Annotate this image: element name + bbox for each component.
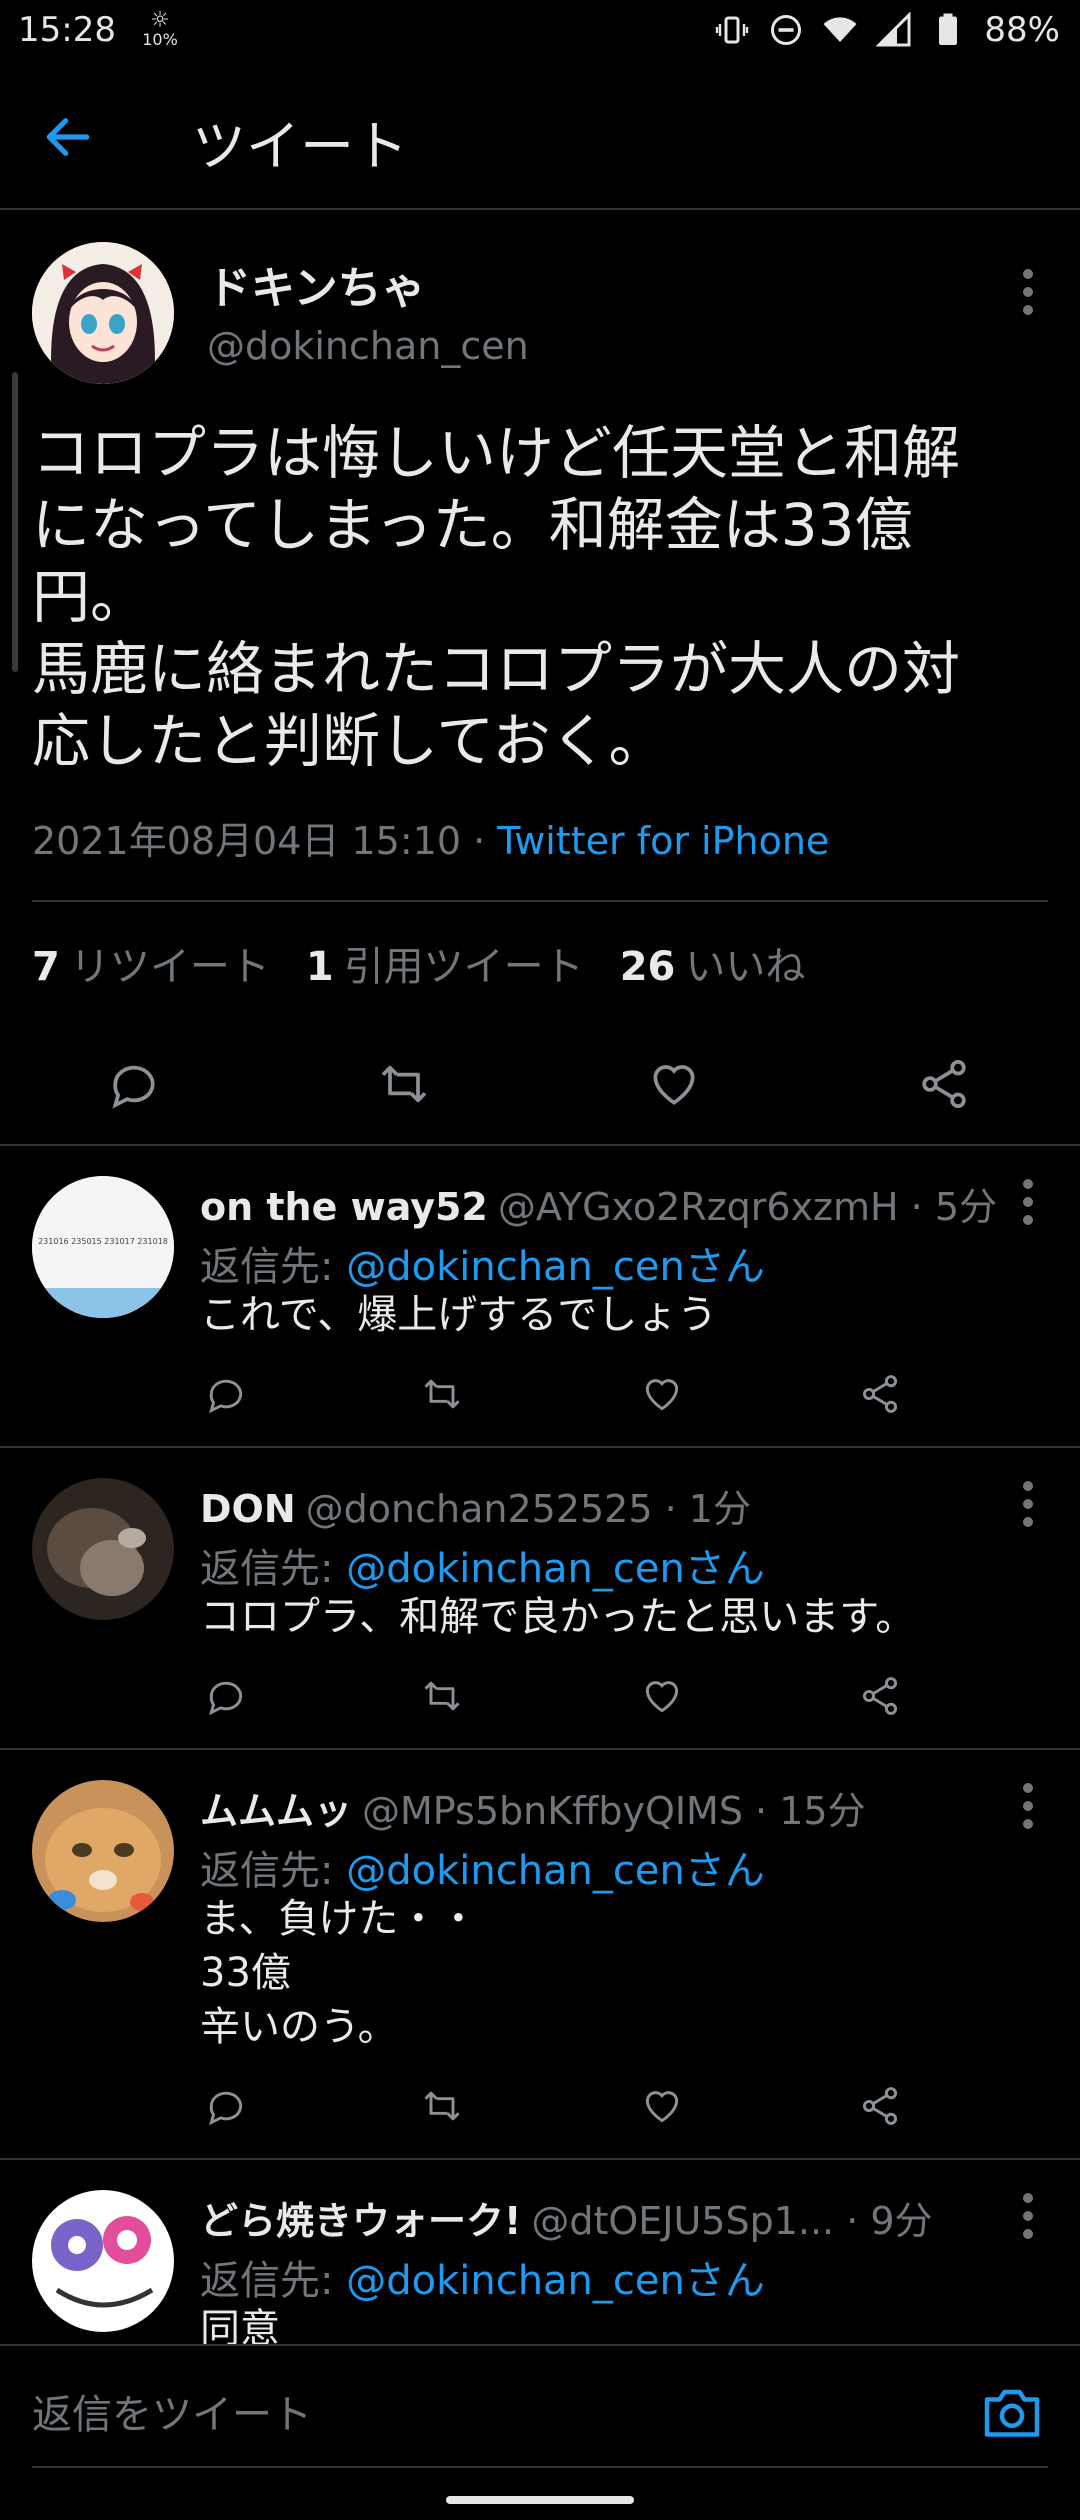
retweet-icon[interactable]: [420, 1372, 464, 1416]
camera-icon[interactable]: [982, 2384, 1042, 2440]
anime-girl-avatar-image: [32, 242, 174, 384]
reply-icon[interactable]: [204, 1674, 248, 1718]
reply-to-line: 返信先: @dokinchan_cenさん: [200, 1546, 765, 1592]
likes-stat[interactable]: 26 いいね: [620, 934, 806, 992]
reply-author-name[interactable]: ムムムッ: [200, 1789, 352, 1833]
reply-time: · 15分: [742, 1789, 866, 1833]
reply-author-handle[interactable]: @dtOEJU5Sp1...: [531, 2199, 834, 2243]
retweet-icon[interactable]: [376, 1056, 432, 1112]
share-icon[interactable]: [858, 1674, 902, 1718]
tweet-stats: 7 リツイート 1 引用ツイート 26 いいね: [32, 934, 805, 992]
reply-author-name[interactable]: どら焼きウォーク!: [200, 2199, 521, 2243]
reply-text: コロプラ、和解で良かったと思います。: [200, 1594, 916, 1640]
reply-to-line: 返信先: @dokinchan_cenさん: [200, 1244, 765, 1290]
brightness-indicator: ☼ 10%: [140, 10, 180, 48]
input-underline: [32, 2466, 1048, 2468]
reply-time: · 9分: [834, 2199, 933, 2243]
reply-time: · 1分: [652, 1487, 751, 1531]
reply-to-line: 返信先: @dokinchan_cenさん: [200, 1848, 765, 1894]
share-icon[interactable]: [858, 1372, 902, 1416]
wifi-icon: [823, 17, 857, 42]
do-not-disturb-icon: [771, 15, 802, 45]
reply-to-link[interactable]: @dokinchan_cenさん: [346, 1244, 765, 1290]
author-handle[interactable]: @dokinchan_cen: [207, 324, 529, 368]
tweet-meta: 2021年08月04日 15:10 · Twitter for iPhone: [32, 810, 829, 865]
reply-text: 同意: [200, 2306, 280, 2344]
brightness-icon: ☼: [150, 8, 170, 33]
status-icons: 88%: [714, 10, 1060, 50]
brightness-level: 10%: [142, 30, 178, 49]
divider: [32, 900, 1048, 902]
dog-photo-avatar-image: [32, 1478, 174, 1620]
reply-author-handle[interactable]: @MPs5bnKffbyQIMS: [362, 1789, 743, 1833]
battery-icon: [939, 13, 958, 45]
author-name[interactable]: ドキンちゃ: [207, 252, 426, 316]
svg-text:231016 235015 231017 231018: 231016 235015 231017 231018: [38, 1237, 168, 1246]
reply-to-link[interactable]: @dokinchan_cenさん: [346, 1848, 765, 1894]
reply-compose-bar: 返信をツイート: [0, 2344, 1080, 2520]
divider: [0, 1144, 1080, 1146]
like-heart-icon[interactable]: [640, 2084, 684, 2128]
reply-to-link[interactable]: @dokinchan_cenさん: [346, 2258, 765, 2304]
reply-author-name[interactable]: on the way52: [200, 1185, 488, 1229]
share-icon[interactable]: [858, 2084, 902, 2128]
avatar[interactable]: [32, 2190, 174, 2332]
reply-icon[interactable]: [204, 1372, 248, 1416]
reply-input[interactable]: 返信をツイート: [32, 2382, 312, 2440]
retweets-stat[interactable]: 7 リツイート: [32, 934, 270, 992]
divider: [0, 1446, 1080, 1448]
back-arrow-icon[interactable]: [40, 109, 96, 165]
reply-text: ま、負けた・・ 33億 辛いのう。: [200, 1896, 479, 2050]
reply-author-name[interactable]: DON: [200, 1487, 296, 1531]
like-heart-icon[interactable]: [640, 1372, 684, 1416]
app-bar: ツイート: [0, 64, 1080, 210]
cartoon-logo-avatar-image: [32, 2190, 174, 2332]
quotes-stat[interactable]: 1 引用ツイート: [306, 934, 584, 992]
avatar[interactable]: [32, 242, 174, 384]
reply-text: これで、爆上げするでしょう: [200, 1292, 718, 1338]
reply-to-line: 返信先: @dokinchan_cenさん: [200, 2258, 765, 2304]
share-icon[interactable]: [916, 1056, 972, 1112]
status-time: 15:28: [18, 10, 116, 50]
more-options-icon[interactable]: [1008, 1474, 1048, 1534]
divider: [0, 1748, 1080, 1750]
more-options-icon[interactable]: [1008, 2186, 1048, 2246]
cell-signal-icon: [876, 12, 911, 47]
tweet-text: コロプラは悔しいけど任天堂と和解 になってしまった。和解金は33億 円。 馬鹿に…: [32, 419, 961, 775]
more-options-icon[interactable]: [1008, 262, 1048, 322]
like-heart-icon[interactable]: [640, 1674, 684, 1718]
tweet-actions: [0, 1044, 1080, 1124]
reply-time: · 5分: [898, 1185, 998, 1229]
tweet-source-link[interactable]: Twitter for iPhone: [497, 819, 829, 863]
cat-photo-avatar-image: [32, 1780, 174, 1922]
status-bar: 15:28 ☼ 10% 88%: [0, 0, 1080, 64]
scrollbar[interactable]: [12, 372, 18, 672]
avatar[interactable]: [32, 1478, 174, 1620]
tweet-timestamp: 2021年08月04日 15:10: [32, 819, 462, 863]
reply-header: ムムムッ @MPs5bnKffbyQIMS · 15分: [200, 1780, 866, 1835]
meta-separator: ·: [461, 819, 498, 863]
reply-author-handle[interactable]: @AYGxo2Rzqr6xzmH: [498, 1185, 899, 1229]
more-options-icon[interactable]: [1008, 1776, 1048, 1836]
like-heart-icon[interactable]: [646, 1056, 702, 1112]
reply-icon[interactable]: [204, 2084, 248, 2128]
home-indicator[interactable]: [446, 2496, 634, 2504]
reply-header: DON @donchan252525 · 1分: [200, 1478, 751, 1533]
retweet-icon[interactable]: [420, 2084, 464, 2128]
reply-tweet[interactable]: どら焼きウォーク! @dtOEJU5Sp1... · 9分 返信先: @dokin…: [0, 2160, 1080, 2344]
paper-label-avatar-image: 231016 235015 231017 231018: [32, 1176, 174, 1318]
reply-header: on the way52 @AYGxo2Rzqr6xzmH · 5分: [200, 1176, 997, 1231]
vibrate-icon: [716, 16, 749, 44]
retweet-icon[interactable]: [420, 1674, 464, 1718]
battery-percent: 88%: [984, 10, 1060, 50]
reply-to-link[interactable]: @dokinchan_cenさん: [346, 1546, 765, 1592]
avatar[interactable]: [32, 1780, 174, 1922]
reply-author-handle[interactable]: @donchan252525: [306, 1487, 653, 1531]
page-title: ツイート: [192, 115, 408, 178]
reply-header: どら焼きウォーク! @dtOEJU5Sp1... · 9分: [200, 2190, 933, 2245]
avatar[interactable]: 231016 235015 231017 231018: [32, 1176, 174, 1318]
reply-icon[interactable]: [106, 1056, 162, 1112]
more-options-icon[interactable]: [1008, 1172, 1048, 1232]
